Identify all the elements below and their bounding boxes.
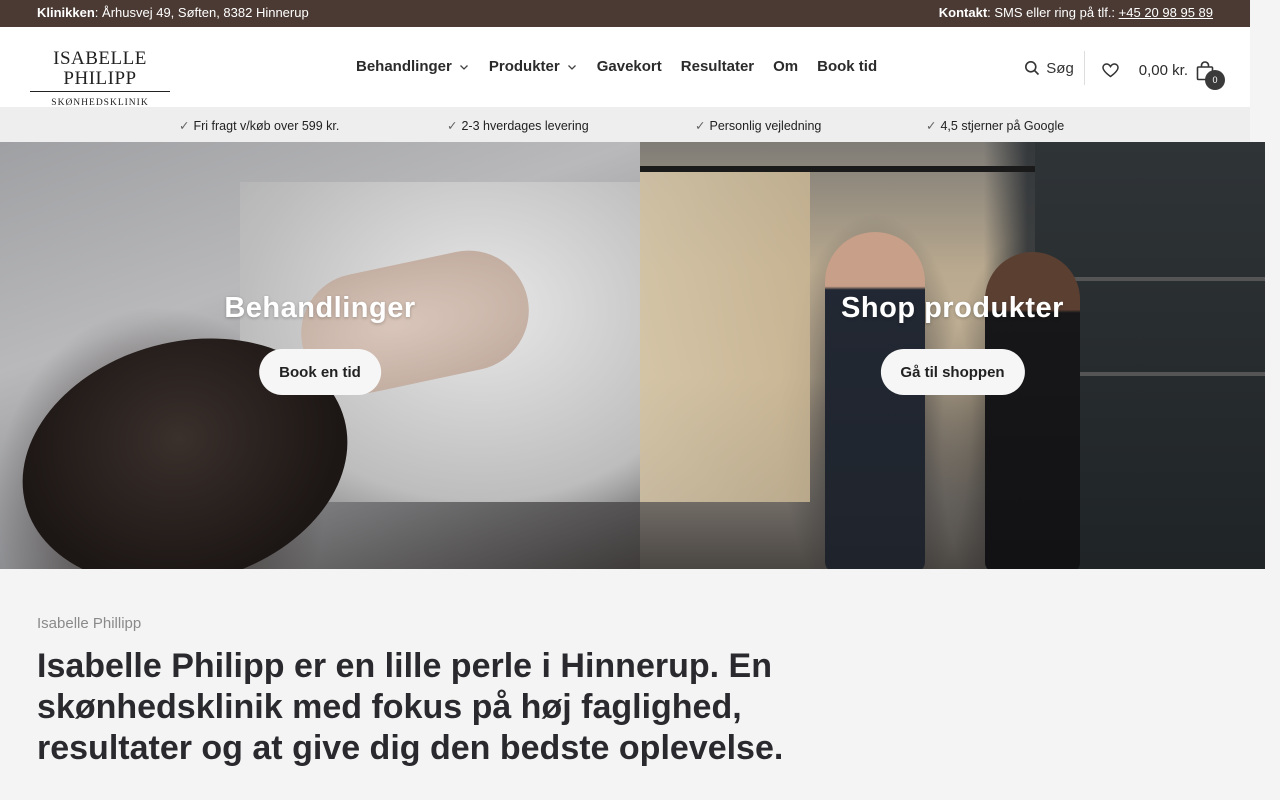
header-actions: Søg 0,00 kr. 0 (1024, 51, 1225, 90)
phone-link[interactable]: +45 20 98 95 89 (1119, 5, 1213, 20)
nav-item-gavekort[interactable]: Gavekort (597, 58, 662, 75)
check-icon: ✓ (695, 119, 706, 133)
hero-shop[interactable]: Shop produkter Gå til shoppen (640, 142, 1265, 569)
nav-item-behandlinger[interactable]: Behandlinger (356, 58, 470, 75)
nav-label: Resultater (680, 58, 755, 75)
chevron-down-icon (567, 64, 576, 70)
nav-label: Gavekort (596, 58, 662, 75)
hero-image-door (640, 172, 810, 502)
top-info-bar: Klinikken: Århusvej 49, Søften, 8382 Hin… (0, 0, 1250, 27)
usp-text: Fri fragt v/køb over 599 kr. (193, 119, 340, 133)
wishlist-button[interactable] (1102, 63, 1119, 78)
chevron-down-icon (459, 64, 468, 70)
nav-item-book-tid[interactable]: Book tid (817, 58, 877, 75)
usp-bar: ✓ Fri fragt v/køb over 599 kr. ✓ 2-3 hverd… (0, 107, 1250, 142)
contact-info: Kontakt: SMS eller ring på tlf.: +45 20 … (939, 5, 1213, 20)
usp-item: ✓ Fri fragt v/køb over 599 kr. (179, 118, 339, 133)
cart-count-badge: 0 (1205, 69, 1225, 90)
hero-treatments[interactable]: Behandlinger Book en tid (0, 142, 640, 569)
hero-image-person (825, 232, 925, 569)
search-button[interactable]: Søg (1024, 51, 1085, 85)
usp-item: ✓ 4,5 stjerner på Google (926, 118, 1064, 133)
usp-text: 2-3 hverdages levering (461, 119, 589, 133)
check-icon: ✓ (179, 119, 190, 133)
section-eyebrow: Isabelle Phillipp (37, 615, 142, 632)
site-header: ISABELLE PHILIPP SKØNHEDSKLINIK Behandli… (0, 27, 1250, 108)
clinic-address-text: : Århusvej 49, Søften, 8382 Hinnerup (94, 5, 309, 20)
site-logo[interactable]: ISABELLE PHILIPP SKØNHEDSKLINIK (30, 49, 170, 108)
book-appointment-button[interactable]: Book en tid (259, 349, 381, 395)
usp-text: Personlig vejledning (709, 119, 822, 133)
hero-image-rail (640, 166, 1040, 172)
search-icon (1025, 61, 1040, 76)
go-to-shop-button[interactable]: Gå til shoppen (880, 349, 1025, 395)
intro-headline: Isabelle Philipp er en lille perle i Hin… (37, 647, 784, 767)
cart-button[interactable]: 0,00 kr. 0 (1138, 60, 1225, 90)
check-icon: ✓ (447, 119, 458, 133)
usp-item: ✓ 2-3 hverdages levering (447, 118, 589, 133)
main-navigation: Behandlinger Produkter Gavekort Resultat… (356, 58, 896, 75)
logo-name: ISABELLE PHILIPP (30, 49, 170, 92)
heart-icon (1102, 63, 1119, 78)
hero-treatments-title: Behandlinger (224, 292, 416, 324)
check-icon: ✓ (926, 119, 937, 133)
nav-label: Behandlinger (356, 58, 452, 75)
usp-text: 4,5 stjerner på Google (940, 119, 1065, 133)
nav-label: Produkter (488, 58, 560, 75)
cart-amount: 0,00 kr. (1138, 62, 1188, 79)
nav-item-resultater[interactable]: Resultater (681, 58, 754, 75)
contact-text: : SMS eller ring på tlf.: (987, 5, 1119, 20)
contact-label: Kontakt (938, 5, 988, 20)
nav-label: Om (773, 58, 799, 75)
nav-label: Book tid (817, 58, 878, 75)
clinic-label: Klinikken (37, 5, 95, 20)
search-label: Søg (1046, 59, 1074, 77)
hero-shop-title: Shop produkter (841, 292, 1064, 324)
usp-item: ✓ Personlig vejledning (695, 118, 821, 133)
nav-item-produkter[interactable]: Produkter (489, 58, 578, 75)
clinic-address: Klinikken: Århusvej 49, Søften, 8382 Hin… (37, 5, 309, 20)
nav-item-om[interactable]: Om (773, 58, 798, 75)
